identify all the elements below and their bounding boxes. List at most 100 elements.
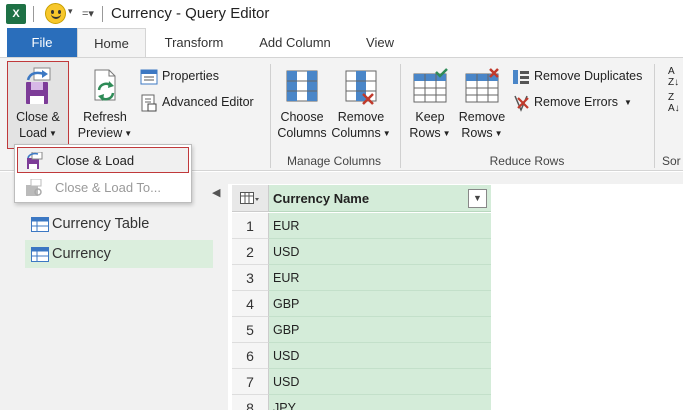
table-cell[interactable]: GBP	[269, 291, 491, 317]
keep-rows-label-1: Keep	[415, 110, 445, 124]
menu-item-label: Close & Load	[56, 153, 135, 168]
close-load-menu: Close & Load Close & Load To...	[14, 144, 192, 203]
remove-rows-button[interactable]: Remove Rows ▼	[456, 68, 508, 142]
remove-rows-label-1: Remove	[458, 110, 506, 124]
remove-errors-label: Remove Errors	[534, 95, 619, 109]
refresh-preview-label-1: Refresh	[83, 110, 127, 124]
query-item-label: Currency	[52, 246, 111, 262]
keep-rows-label-2: Rows	[409, 126, 441, 140]
row-number[interactable]: 5	[232, 317, 269, 343]
keep-rows-icon	[413, 68, 448, 103]
remove-errors-chevron-down-icon: ▼	[624, 97, 632, 107]
reduce-rows-group-label: Reduce Rows	[489, 154, 565, 168]
group-separator	[400, 64, 401, 168]
table-cell[interactable]: GBP	[269, 317, 491, 343]
table-cell[interactable]: EUR	[269, 213, 491, 239]
advanced-editor-icon	[141, 94, 157, 112]
choose-columns-button[interactable]: Choose Columns	[274, 68, 330, 141]
manage-columns-group-label: Manage Columns	[286, 154, 382, 168]
remove-errors-icon	[514, 95, 529, 112]
refresh-chevron-down-icon: ▼	[124, 128, 133, 138]
remove-columns-chevron-down-icon: ▼	[382, 128, 391, 138]
row-number[interactable]: 7	[232, 369, 269, 395]
properties-button[interactable]: Properties	[140, 66, 219, 86]
sort-descending-icon[interactable]: Z A↓	[668, 92, 680, 114]
refresh-preview-button[interactable]: Refresh Preview ▼	[76, 66, 134, 142]
refresh-icon	[94, 69, 116, 101]
tab-transform[interactable]: Transform	[152, 28, 236, 58]
remove-columns-icon	[345, 70, 377, 105]
remove-columns-label-2: Columns	[331, 126, 381, 140]
sort-ascending-icon[interactable]: A Z↓	[668, 66, 679, 88]
query-item-currency-table[interactable]: Currency Table	[25, 210, 213, 238]
sort-group-label: Sor	[662, 154, 681, 168]
row-number[interactable]: 2	[232, 239, 269, 265]
remove-columns-label-1: Remove	[337, 110, 385, 124]
table-cell[interactable]: JPY	[269, 395, 491, 410]
row-number[interactable]: 4	[232, 291, 269, 317]
excel-app-icon[interactable]: X	[6, 4, 26, 24]
grid-top-strip	[228, 172, 683, 184]
remove-rows-icon	[465, 68, 499, 103]
close-load-label-2: Load	[19, 126, 47, 140]
table-cell[interactable]: USD	[269, 369, 491, 395]
table-cell[interactable]: EUR	[269, 265, 491, 291]
choose-columns-icon	[286, 70, 318, 102]
row-number[interactable]: 8	[232, 395, 269, 410]
query-item-currency[interactable]: Currency	[25, 240, 213, 268]
close-load-label-1: Close &	[16, 110, 60, 124]
window-title: Currency - Query Editor	[111, 5, 270, 22]
advanced-editor-button[interactable]: Advanced Editor	[140, 92, 254, 112]
column-filter-chevron-down-icon[interactable]: ▼	[468, 189, 487, 208]
menu-item-label: Close & Load To...	[55, 180, 161, 195]
tab-add-column[interactable]: Add Column	[248, 28, 342, 58]
remove-rows-label-2: Rows	[461, 126, 493, 140]
close-load-button[interactable]: Close & Load ▼	[9, 66, 67, 142]
close-load-icon	[27, 152, 43, 169]
group-separator	[270, 64, 271, 168]
row-number[interactable]: 6	[232, 343, 269, 369]
table-icon	[31, 217, 49, 232]
row-number[interactable]: 1	[232, 213, 269, 239]
send-feedback-smiley-icon[interactable]	[45, 3, 66, 24]
excel-icon-letter: X	[12, 8, 20, 20]
customize-quick-access-icon[interactable]: =▾	[82, 7, 94, 20]
menu-item-close-load-to[interactable]: Close & Load To...	[17, 175, 189, 201]
data-grid: Currency Name ▼ 1 EUR 2 USD 3 EUR 4 GBP …	[228, 172, 683, 410]
query-item-label: Currency Table	[52, 216, 150, 232]
remove-errors-button[interactable]: Remove Errors ▼	[512, 92, 632, 112]
tab-view[interactable]: View	[356, 28, 404, 58]
column-header-currency-name[interactable]: Currency Name ▼	[269, 185, 491, 212]
table-options-button[interactable]	[232, 185, 269, 212]
close-load-icon	[26, 67, 51, 104]
title-bar: X ▾ =▾ Currency - Query Editor	[0, 0, 683, 28]
row-number[interactable]: 3	[232, 265, 269, 291]
remove-duplicates-icon	[513, 69, 529, 84]
refresh-preview-label-2: Preview	[77, 126, 123, 140]
remove-rows-chevron-down-icon: ▼	[494, 128, 503, 138]
keep-rows-chevron-down-icon: ▼	[442, 128, 451, 138]
table-cell[interactable]: USD	[269, 239, 491, 265]
column-header-label: Currency Name	[273, 191, 370, 206]
menu-item-close-load[interactable]: Close & Load	[17, 147, 189, 173]
feedback-chevron-down-icon[interactable]: ▾	[68, 6, 73, 17]
titlebar-separator	[102, 6, 103, 22]
table-menu-icon	[240, 192, 259, 204]
remove-duplicates-label: Remove Duplicates	[534, 69, 643, 83]
properties-label: Properties	[162, 69, 219, 83]
choose-columns-label-2: Columns	[277, 126, 327, 140]
collapse-pane-chevron-left-icon[interactable]: ◀	[212, 186, 220, 199]
remove-duplicates-button[interactable]: Remove Duplicates	[512, 66, 642, 86]
tab-file[interactable]: File	[7, 28, 77, 58]
keep-rows-button[interactable]: Keep Rows ▼	[406, 68, 454, 142]
group-separator	[654, 64, 655, 168]
tab-home[interactable]: Home	[77, 28, 146, 58]
table-cell[interactable]: USD	[269, 343, 491, 369]
choose-columns-label-1: Choose	[280, 110, 324, 124]
titlebar-separator	[33, 6, 34, 22]
ribbon-tabs: File Home Transform Add Column View	[0, 28, 683, 58]
close-load-to-icon	[26, 179, 42, 196]
advanced-editor-label: Advanced Editor	[162, 95, 254, 109]
remove-columns-button[interactable]: Remove Columns ▼	[330, 68, 392, 142]
close-load-chevron-down-icon: ▼	[48, 128, 57, 138]
